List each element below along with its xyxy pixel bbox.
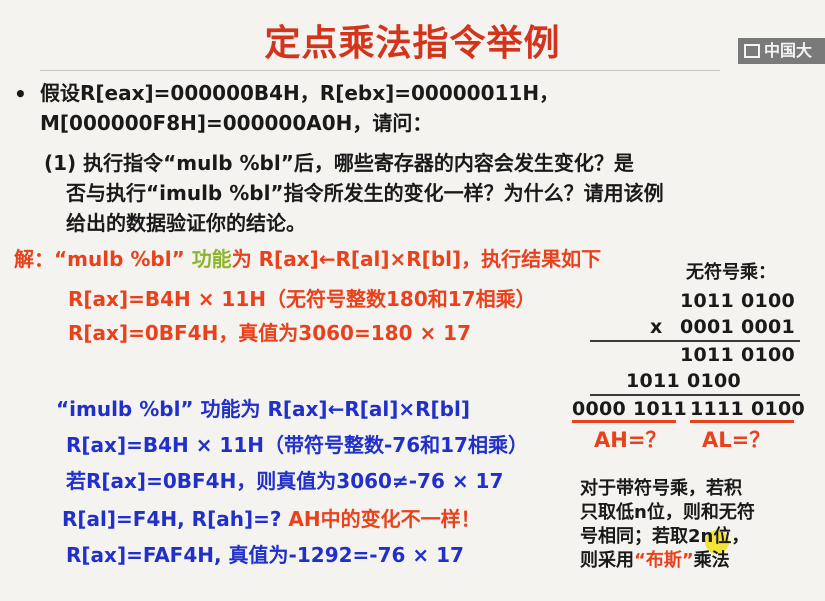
imul-step-3: R[al]=F4H, R[ah]=? AH中的变化不一样！ — [62, 506, 481, 532]
solution-rest: 为 R[ax]←R[al]×R[bl]，执行结果如下 — [231, 247, 602, 271]
logo: 中国大 — [738, 38, 825, 64]
calc-multiplier: 0001 0001 — [680, 316, 796, 338]
solution-step-2: R[ax]=0BF4H，真值为3060=180 × 17 — [68, 321, 471, 345]
calc-result-low: 1111 0100 — [690, 398, 806, 420]
book-icon — [744, 44, 760, 58]
al-label: AL=？ — [702, 428, 771, 452]
imul-title: “imulb %bl” 功能为 R[ax]←R[al]×R[bl] — [56, 397, 470, 421]
note-booth: “布斯” — [634, 550, 694, 571]
imul-step-3-blue: R[al]=F4H, R[ah]=? — [62, 507, 289, 531]
imul-step-1: R[ax]=B4H × 11H（带符号整数-76和17相乘） — [66, 433, 528, 457]
logo-text: 中国大 — [764, 41, 813, 60]
calc-divider-1 — [590, 340, 800, 342]
calc-partial-1: 1011 0100 — [680, 344, 796, 366]
calc-partial-2: 1011 0100 — [626, 370, 742, 392]
solution-heading: 解：“mulb %bl” 功能为 R[ax]←R[al]×R[bl]，执行结果如… — [14, 246, 601, 272]
title-divider — [40, 70, 720, 71]
note-line-2: 只取低n位，则和无符 — [580, 502, 755, 523]
note-line-4c: 乘法 — [693, 550, 730, 571]
calc-multiplicand: 1011 0100 — [680, 290, 796, 312]
question-line-1: (1) 执行指令“mulb %bl”后，哪些寄存器的内容会发生变化？是 — [44, 151, 634, 175]
imul-step-2: 若R[ax]=0BF4H，则真值为3060≠-76 × 17 — [66, 469, 504, 493]
ah-label: AH=？ — [594, 428, 667, 452]
calc-result-high: 0000 1011 — [572, 398, 688, 420]
problem-line-2: M[000000F8H]=000000A0H，请问： — [40, 111, 433, 135]
imul-step-4: R[ax]=FAF4H, 真值为-1292=-76 × 17 — [66, 543, 464, 567]
problem-line-1: 假设R[eax]=000000B4H，R[ebx]=00000011H， — [40, 81, 560, 105]
calc-header: 无符号乘： — [686, 262, 776, 283]
question-line-2: 否与执行“imulb %bl”指令所发生的变化一样？为什么？请用该例 — [66, 181, 664, 205]
note-line-3: 号相同；若取2n位， — [580, 526, 750, 547]
page-title: 定点乘法指令举例 — [264, 23, 561, 64]
solution-func-word: 功能 — [191, 247, 232, 271]
solution-step-1: R[ax]=B4H × 11H（无符号整数180和17相乘） — [68, 287, 536, 311]
slide: 定点乘法指令举例 中国大 • 假设R[eax]=000000B4H，R[ebx]… — [0, 0, 825, 601]
imul-step-3-red: AH中的变化不一样！ — [288, 507, 481, 531]
note-line-4: 则采用“布斯”乘法 — [580, 548, 730, 574]
al-underline — [690, 420, 794, 423]
note-line-4a: 则采用 — [580, 550, 634, 571]
calc-divider-2 — [590, 394, 800, 396]
solution-prefix: 解：“mulb %bl” — [14, 247, 185, 271]
question-line-3: 给出的数据验证你的结论。 — [66, 211, 306, 235]
calc-times-sign: x — [650, 316, 663, 338]
ah-underline — [572, 420, 676, 423]
note-line-1: 对于带符号乘，若积 — [580, 478, 742, 499]
bullet-dot: • — [14, 82, 27, 106]
